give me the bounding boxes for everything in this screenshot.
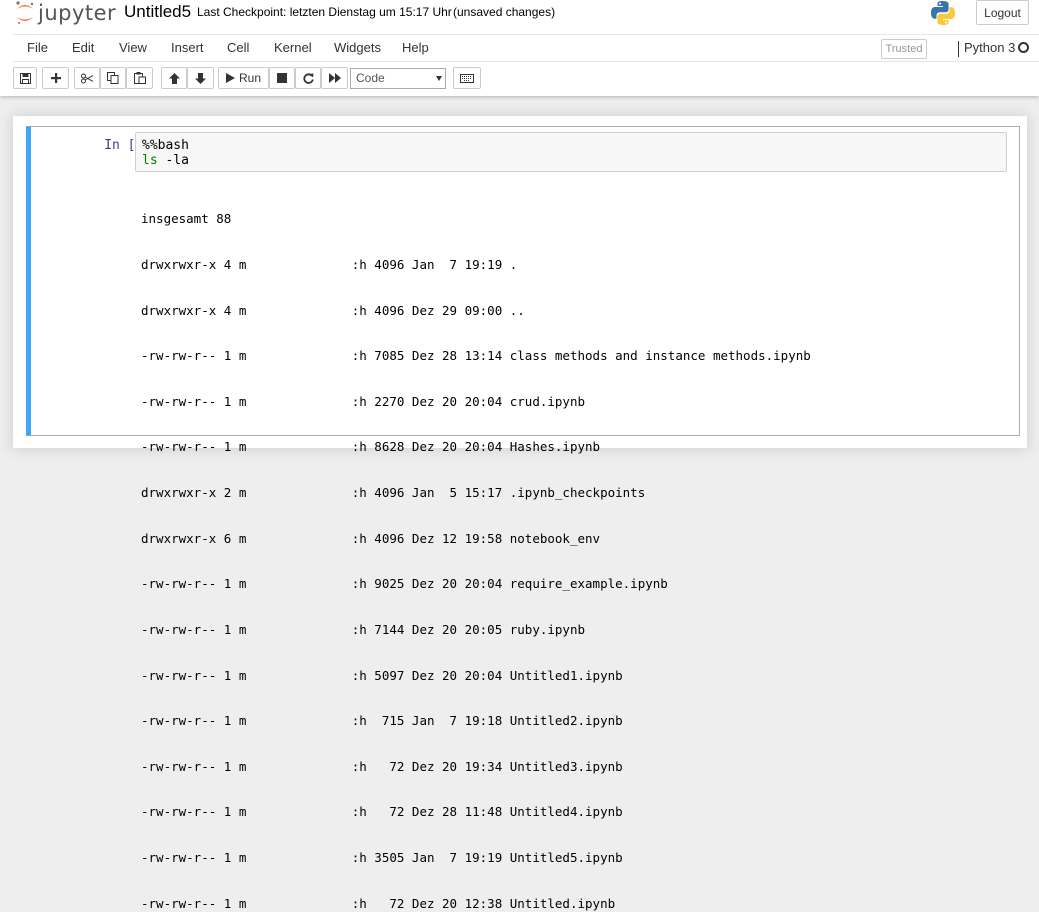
output-line: -rw-rw-r-- 1 m :h 7144 Dez 20 20:05 ruby… <box>141 621 586 637</box>
plus-icon <box>50 73 61 83</box>
notebook-container: In [6]: %%bash ls -la insgesamt 88 drwxr… <box>13 116 1027 911</box>
command-palette-button[interactable] <box>453 67 481 89</box>
kernel-divider <box>958 41 959 57</box>
output-line: insgesamt 88 <box>141 211 232 227</box>
trusted-indicator[interactable]: Trusted <box>881 39 927 59</box>
output-line: -rw-rw-r-- 1 m :h 72 Dez 28 11:48 Untitl… <box>141 804 623 820</box>
checkpoint-status: Last Checkpoint: letzten Dienstag um 15:… <box>197 5 452 19</box>
save-icon <box>19 72 31 84</box>
move-down-button[interactable] <box>187 67 214 89</box>
output-line: drwxrwxr-x 6 m :h 4096 Dez 12 19:58 note… <box>141 530 601 546</box>
output-line: -rw-rw-r-- 1 m :h 3505 Jan 7 19:19 Untit… <box>141 849 623 865</box>
restart-icon <box>302 72 314 84</box>
menu-cell[interactable]: Cell <box>227 40 249 55</box>
logo-wordmark: jupyter <box>38 1 117 25</box>
menubar: File Edit View Insert Cell Kernel Widget… <box>13 34 1039 62</box>
paste-button[interactable] <box>126 67 153 89</box>
restart-button[interactable] <box>295 67 321 89</box>
save-button[interactable] <box>13 67 37 89</box>
arrow-down-icon <box>195 72 206 84</box>
fast-forward-icon <box>328 73 341 83</box>
menu-edit[interactable]: Edit <box>72 40 94 55</box>
chevron-down-icon <box>436 76 442 81</box>
copy-button[interactable] <box>100 67 126 89</box>
output-line: -rw-rw-r-- 1 m :h 72 Dez 20 19:34 Untitl… <box>141 758 623 774</box>
output-line: drwxrwxr-x 4 m :h 4096 Dez 29 09:00 .. <box>141 302 525 318</box>
kernel-name[interactable]: Python 3 <box>964 40 1015 55</box>
menu-insert[interactable]: Insert <box>171 40 204 55</box>
input-magic-line: %%bash <box>142 138 189 153</box>
run-label: Run <box>238 71 261 85</box>
input-command-line: ls -la <box>142 153 1000 168</box>
output-line: -rw-rw-r-- 1 m :h 5097 Dez 20 20:04 Unti… <box>141 667 623 683</box>
interrupt-button[interactable] <box>269 67 295 89</box>
output-line: -rw-rw-r-- 1 m :h 2270 Dez 20 20:04 crud… <box>141 393 586 409</box>
output-line: -rw-rw-r-- 1 m :h 8628 Dez 20 20:04 Hash… <box>141 439 601 455</box>
code-cell[interactable]: In [6]: %%bash ls -la insgesamt 88 drwxr… <box>26 126 1020 911</box>
header: jupyter Untitled5 Last Checkpoint: letzt… <box>0 0 1039 96</box>
python-logo-icon <box>930 0 956 26</box>
input-command: ls <box>142 153 158 168</box>
menu-kernel[interactable]: Kernel <box>274 40 312 55</box>
autosave-status: (unsaved changes) <box>453 5 556 19</box>
cut-button[interactable] <box>74 67 100 89</box>
cell-input-editor[interactable]: %%bash ls -la <box>135 132 1007 172</box>
output-line: -rw-rw-r-- 1 m :h 715 Jan 7 19:18 Untitl… <box>141 713 623 729</box>
menu-view[interactable]: View <box>119 40 147 55</box>
output-line: -rw-rw-r-- 1 m :h 72 Dez 20 12:38 Untitl… <box>141 895 616 911</box>
input-args: -la <box>157 153 189 168</box>
jupyter-logo[interactable]: jupyter <box>14 0 116 26</box>
paste-icon <box>133 72 146 84</box>
cell-type-select[interactable]: Code <box>350 68 446 89</box>
output-line: drwxrwxr-x 2 m :h 4096 Jan 5 15:17 .ipyn… <box>141 485 646 501</box>
stop-icon <box>277 73 287 83</box>
insert-cell-button[interactable] <box>42 67 69 89</box>
move-up-button[interactable] <box>161 67 187 89</box>
output-line: drwxrwxr-x 4 m :h 4096 Jan 7 19:19 . <box>141 257 518 273</box>
run-button[interactable]: Run <box>218 67 269 89</box>
menu-file[interactable]: File <box>27 40 48 55</box>
menu-help[interactable]: Help <box>402 40 429 55</box>
output-line: -rw-rw-r-- 1 m :h 9025 Dez 20 20:04 requ… <box>141 576 668 592</box>
keyboard-icon <box>460 73 474 83</box>
output-line: -rw-rw-r-- 1 m :h 7085 Dez 28 13:14 clas… <box>141 348 811 364</box>
arrow-up-icon <box>168 72 180 84</box>
kernel-idle-circle-icon <box>1018 42 1029 53</box>
jupyter-logo-icon <box>14 0 36 26</box>
copy-icon <box>107 72 119 84</box>
cell-output: insgesamt 88 drwxrwxr-x 4 m :h 4096 Jan … <box>141 181 1011 912</box>
logout-button[interactable]: Logout <box>976 0 1029 25</box>
cell-type-value: Code <box>356 71 385 85</box>
restart-run-all-button[interactable] <box>321 67 348 89</box>
play-icon <box>225 73 235 83</box>
notebook-name[interactable]: Untitled5 <box>124 2 191 22</box>
scissors-icon <box>81 73 93 83</box>
menu-widgets[interactable]: Widgets <box>334 40 381 55</box>
